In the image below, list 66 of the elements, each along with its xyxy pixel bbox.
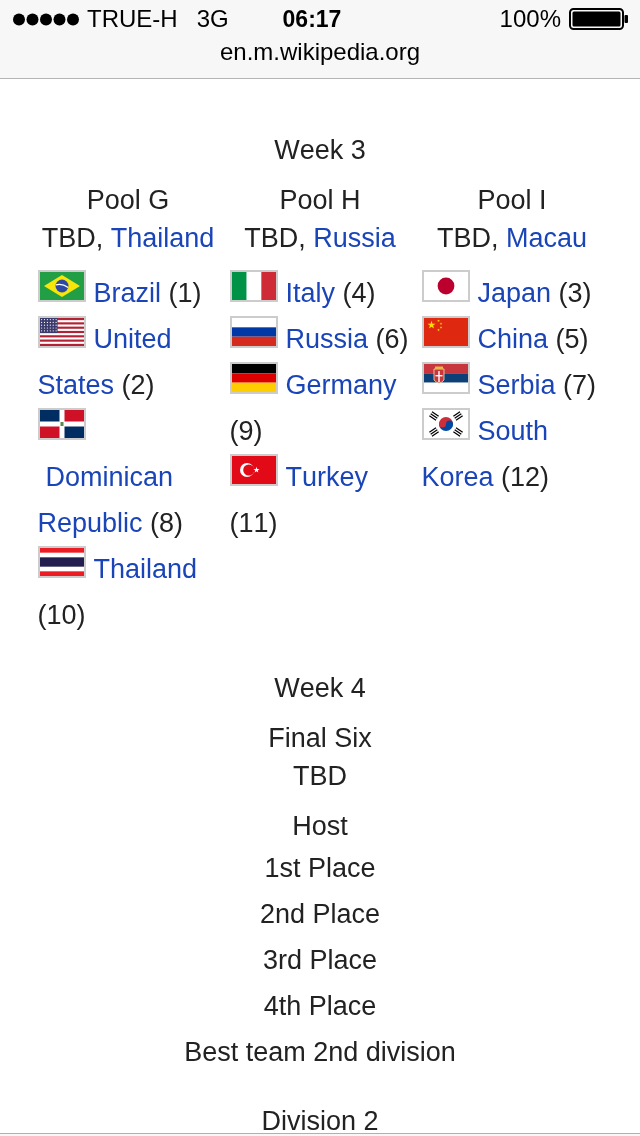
team-link[interactable]: Turkey [285,462,369,492]
team-link[interactable]: Japan [477,278,552,308]
russia-flag-icon [229,316,278,348]
section-heading: Division 2 [260,1109,380,1133]
clock-time: 06:17 [282,5,342,33]
seed-text: (4) [342,278,376,308]
seed-text: (8) [150,508,184,538]
team-link[interactable]: United [93,324,172,354]
seed-text: (1) [168,278,202,308]
battery-icon [569,8,629,30]
team-link[interactable]: Dominican [45,462,174,492]
germany-flag-icon [229,362,278,394]
turkey-flag-icon [229,454,278,486]
place-text: 1st Place [264,852,376,885]
place-text: Best team 2nd division [184,1036,456,1069]
team-link[interactable]: Italy [285,278,336,308]
place-text: 4th Place [263,990,377,1023]
carrier-name: TRUE-H [87,5,178,33]
column-heading: Host [292,810,348,843]
dominican-republic-flag-icon [37,408,86,440]
thailand-flag-icon [37,546,86,578]
network-type: 3G [196,5,229,33]
place-text: 2nd Place [259,898,381,931]
brazil-flag-icon [37,270,86,302]
team-link[interactable]: Republic [37,508,143,538]
seed-text: (3) [558,278,592,308]
seed-text: (5) [555,324,589,354]
pool-title: Pool H [278,184,362,217]
team-link[interactable]: South [477,416,549,446]
pool-title: Final Six [267,722,373,755]
us-flag-icon [37,316,86,348]
seed-text: (7) [563,370,597,400]
seed-text: (11) [229,508,278,538]
host-link[interactable]: Russia [313,223,396,253]
team-link[interactable]: Thailand [93,554,198,584]
pool-title: Pool I [476,184,548,217]
signal-strength-icon [13,12,79,26]
battery-percentage: 100% [499,5,561,33]
team-link[interactable]: States [37,370,115,400]
seed-text: (2) [121,370,155,400]
host-link[interactable]: Thailand [110,223,215,253]
pool-title: Pool G [85,184,171,217]
week-title: Week 3 [274,134,366,167]
week-title: Week 4 [274,672,366,705]
seed-text: (12) [501,462,550,492]
seed-text: (6) [375,324,409,354]
seed-text: (10) [37,600,86,630]
serbia-flag-icon [421,362,470,394]
host-text: TBD, [436,223,499,253]
host-text: TBD, [244,223,306,253]
team-link[interactable]: Korea [421,462,494,492]
south-korea-flag-icon [421,408,470,440]
team-link[interactable]: Serbia [477,370,556,400]
china-flag-icon [421,316,470,348]
italy-flag-icon [229,270,278,302]
host-text: TBD [293,761,347,791]
place-text: 3rd Place [262,944,378,977]
team-link[interactable]: Brazil [93,278,161,308]
url-text[interactable]: en.m.wikipedia.org [219,38,421,66]
team-link[interactable]: Russia [285,324,369,354]
team-link[interactable]: China [477,324,549,354]
host-text: TBD, [41,223,104,253]
japan-flag-icon [421,270,470,302]
host-link[interactable]: Macau [506,223,588,253]
seed-text: (9) [229,416,263,446]
team-link[interactable]: Germany [285,370,397,400]
